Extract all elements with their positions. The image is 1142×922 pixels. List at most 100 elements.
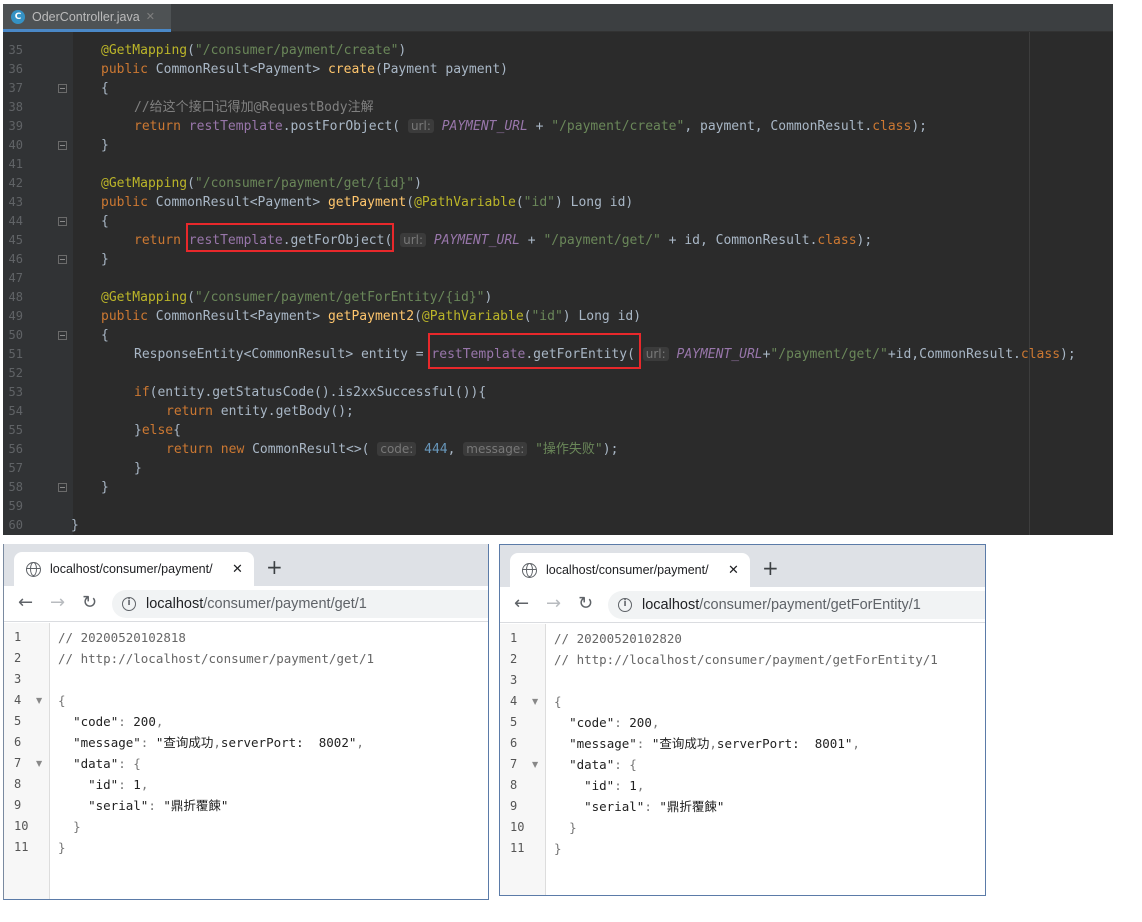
fold-marker-icon[interactable] xyxy=(58,255,67,264)
line-number: 36 xyxy=(8,62,23,76)
globe-icon xyxy=(26,561,41,577)
address-bar[interactable]: i localhost/consumer/payment/get/1 xyxy=(112,590,488,618)
collapse-arrow-icon[interactable]: ▼ xyxy=(36,753,42,774)
code-text: public CommonResult<Payment> create(Paym… xyxy=(101,62,509,77)
code-line[interactable]: 45 return restTemplate.getForObject( url:… xyxy=(3,231,1113,250)
code-line[interactable]: 56 return new CommonResult<>( code: 444, … xyxy=(3,440,1113,459)
json-line-number: 1 xyxy=(510,631,518,645)
browser-tab[interactable]: localhost/consumer/payment/ ✕ xyxy=(14,552,254,586)
line-number: 49 xyxy=(8,309,23,323)
code-line[interactable]: 53 if(entity.getStatusCode().is2xxSuccess… xyxy=(3,383,1113,402)
json-line-number: 3 xyxy=(14,672,22,686)
browser-tab[interactable]: localhost/consumer/payment/ ✕ xyxy=(510,553,750,587)
json-line: 1 // 20200520102818 xyxy=(4,627,488,648)
code-line[interactable]: 38 //给这个接口记得加@RequestBody注解 xyxy=(3,98,1113,117)
json-text: // http://localhost/consumer/payment/get… xyxy=(554,652,938,667)
json-line: 7 ▼ "data": { xyxy=(500,754,985,775)
json-line-number: 11 xyxy=(14,840,29,854)
json-viewer: 1 // 20200520102818 2 // http://localhost/c… xyxy=(4,623,488,899)
browser-tab-strip: localhost/consumer/payment/ ✕ + xyxy=(500,545,985,587)
json-text: "data": { xyxy=(73,756,141,771)
json-line: 5 "code": 200, xyxy=(4,711,488,732)
highlight-box-getforobject xyxy=(186,223,394,252)
back-arrow-icon[interactable]: ← xyxy=(18,592,33,614)
json-text: } xyxy=(554,841,562,856)
code-line[interactable]: 48 @GetMapping("/consumer/payment/getForE… xyxy=(3,288,1113,307)
json-text: "message": "查询成功,serverPort: 8001", xyxy=(569,736,860,751)
code-text: public CommonResult<Payment> getPayment(… xyxy=(101,195,634,210)
info-icon[interactable]: i xyxy=(618,598,632,612)
json-line-number: 7 xyxy=(14,756,22,770)
browser-window-get: localhost/consumer/payment/ ✕ + ← → ↻ i … xyxy=(3,544,489,900)
code-line[interactable]: 49 public CommonResult<Payment> getPaymen… xyxy=(3,307,1113,326)
editor-tab-bar: C OderController.java ✕ xyxy=(3,4,1113,32)
json-line: 4 ▼ { xyxy=(4,690,488,711)
code-line[interactable]: 46} xyxy=(3,250,1113,269)
code-line[interactable]: 55}else{ xyxy=(3,421,1113,440)
forward-arrow-icon[interactable]: → xyxy=(546,593,561,615)
collapse-arrow-icon[interactable]: ▼ xyxy=(36,690,42,711)
line-number: 42 xyxy=(8,176,23,190)
code-line[interactable]: 35 @GetMapping("/consumer/payment/create"… xyxy=(3,41,1113,60)
fold-marker-icon[interactable] xyxy=(58,483,67,492)
json-line-number: 3 xyxy=(510,673,518,687)
back-arrow-icon[interactable]: ← xyxy=(514,593,529,615)
code-line[interactable]: 39 return restTemplate.postForObject( url… xyxy=(3,117,1113,136)
line-number: 45 xyxy=(8,233,23,247)
json-line-number: 6 xyxy=(14,735,22,749)
line-number: 53 xyxy=(8,385,23,399)
json-text: "id": 1, xyxy=(88,777,149,792)
browser-toolbar: ← → ↻ i localhost/consumer/payment/get/1 xyxy=(4,586,488,622)
code-line[interactable]: 57} xyxy=(3,459,1113,478)
json-line-number: 5 xyxy=(14,714,22,728)
close-icon[interactable]: ✕ xyxy=(728,563,739,578)
code-text: @GetMapping("/consumer/payment/getForEnt… xyxy=(101,290,493,305)
code-line[interactable]: 59 xyxy=(3,497,1113,516)
new-tab-icon[interactable]: + xyxy=(762,557,779,579)
code-line[interactable]: 44 { xyxy=(3,212,1113,231)
close-icon[interactable]: ✕ xyxy=(232,562,243,577)
code-text: //给这个接口记得加@RequestBody注解 xyxy=(134,100,374,115)
json-text: "code": 200, xyxy=(569,715,660,730)
browser-tab-title: localhost/consumer/payment/ xyxy=(50,562,213,576)
collapse-arrow-icon[interactable]: ▼ xyxy=(532,754,538,775)
fold-marker-icon[interactable] xyxy=(58,331,67,340)
browser-tab-strip: localhost/consumer/payment/ ✕ + xyxy=(4,544,488,586)
collapse-arrow-icon[interactable]: ▼ xyxy=(532,691,538,712)
code-line[interactable]: 60} xyxy=(3,516,1113,535)
code-line[interactable]: 36 public CommonResult<Payment> create(Pa… xyxy=(3,60,1113,79)
code-text: public CommonResult<Payment> getPayment2… xyxy=(101,309,642,324)
code-line[interactable]: 47 xyxy=(3,269,1113,288)
fold-marker-icon[interactable] xyxy=(58,217,67,226)
json-line: 2 // http://localhost/consumer/payment/ge… xyxy=(4,648,488,669)
editor-tab[interactable]: C OderController.java ✕ xyxy=(3,4,171,32)
json-text: } xyxy=(73,819,81,834)
code-line[interactable]: 58} xyxy=(3,478,1113,497)
url-path: /consumer/payment/getForEntity/1 xyxy=(699,597,921,613)
code-line[interactable]: 42 @GetMapping("/consumer/payment/get/{id… xyxy=(3,174,1113,193)
code-text: { xyxy=(101,328,109,343)
line-number: 40 xyxy=(8,138,23,152)
code-area[interactable]: 35 @GetMapping("/consumer/payment/create"… xyxy=(3,32,1113,535)
code-line[interactable]: 40} xyxy=(3,136,1113,155)
forward-arrow-icon[interactable]: → xyxy=(50,592,65,614)
url-path: /consumer/payment/get/1 xyxy=(203,596,367,612)
json-line-number: 2 xyxy=(510,652,518,666)
code-line[interactable]: 41 xyxy=(3,155,1113,174)
info-icon[interactable]: i xyxy=(122,597,136,611)
code-line[interactable]: 43 public CommonResult<Payment> getPaymen… xyxy=(3,193,1113,212)
reload-icon[interactable]: ↻ xyxy=(578,593,593,615)
code-line[interactable]: 54 return entity.getBody(); xyxy=(3,402,1113,421)
json-line: 5 "code": 200, xyxy=(500,712,985,733)
fold-marker-icon[interactable] xyxy=(58,141,67,150)
line-number: 52 xyxy=(8,366,23,380)
url-text: localhost/consumer/payment/getForEntity/… xyxy=(642,597,921,613)
fold-marker-icon[interactable] xyxy=(58,84,67,93)
close-icon[interactable]: ✕ xyxy=(146,10,155,23)
reload-icon[interactable]: ↻ xyxy=(82,592,97,614)
code-line[interactable]: 37 { xyxy=(3,79,1113,98)
address-bar[interactable]: i localhost/consumer/payment/getForEntit… xyxy=(608,591,985,619)
json-text: } xyxy=(569,820,577,835)
browser-tab-title: localhost/consumer/payment/ xyxy=(546,563,709,577)
new-tab-icon[interactable]: + xyxy=(266,556,283,578)
